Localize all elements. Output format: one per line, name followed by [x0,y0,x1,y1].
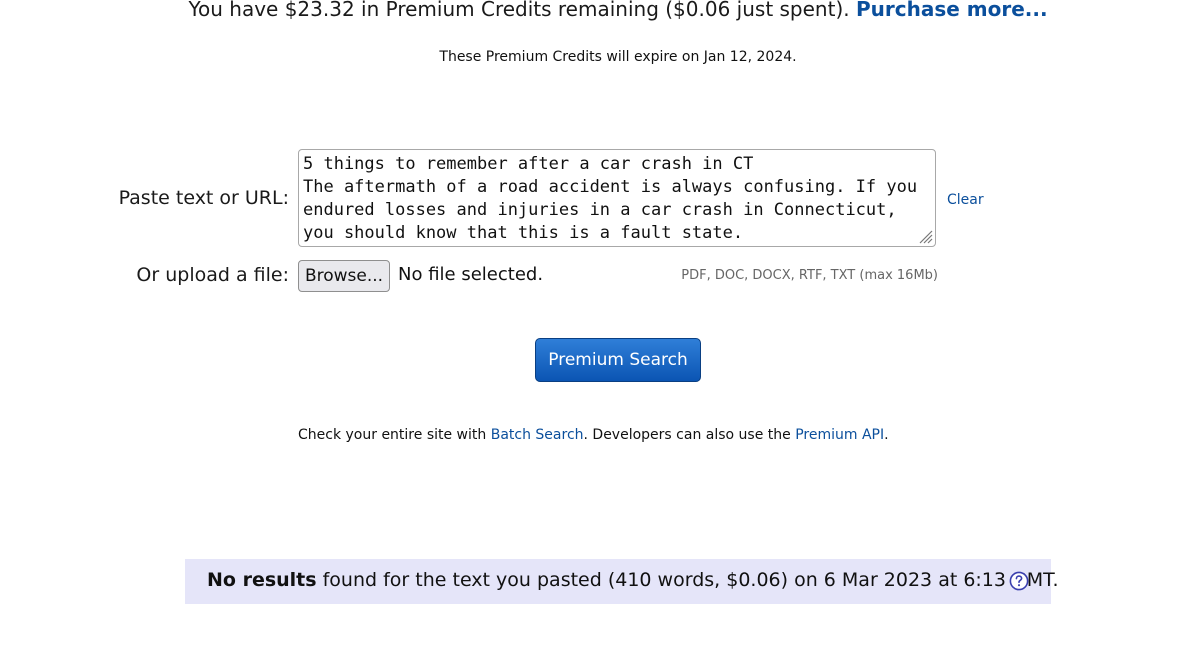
paste-textarea[interactable]: 5 things to remember after a car crash i… [298,149,936,247]
upload-label: Or upload a file: [136,264,289,286]
batch-search-note: Check your entire site with Batch Search… [298,427,889,443]
browse-button[interactable]: Browse... [298,260,390,292]
credits-remaining: You have $23.32 in Premium Credits remai… [0,0,1202,21]
paste-label: Paste text or URL: [118,187,289,209]
results-detail: found for the text you pasted (410 words… [316,569,1059,591]
batch-text-2: . Developers can also use the [583,427,796,443]
purchase-more-link[interactable]: Purchase more... [856,0,1048,21]
batch-text-3: . [884,427,889,443]
premium-search-button[interactable]: Premium Search [535,338,701,382]
page: You have $23.32 in Premium Credits remai… [0,0,1202,661]
credits-expiry: These Premium Credits will expire on Jan… [439,49,797,65]
question-circle-icon[interactable] [1009,571,1029,591]
resize-grip-icon[interactable] [917,228,933,244]
clear-link[interactable]: Clear [947,192,984,208]
results-summary: No results found for the text you pasted… [207,569,1059,591]
batch-search-link[interactable]: Batch Search [491,427,584,443]
no-file-status: No file selected. [398,264,544,285]
no-results-label: No results [207,569,317,591]
file-types-hint: PDF, DOC, DOCX, RTF, TXT (max 16Mb) [681,268,938,283]
credits-text: You have $23.32 in Premium Credits remai… [188,0,850,21]
premium-api-link[interactable]: Premium API [795,427,884,443]
batch-text-1: Check your entire site with [298,427,491,443]
